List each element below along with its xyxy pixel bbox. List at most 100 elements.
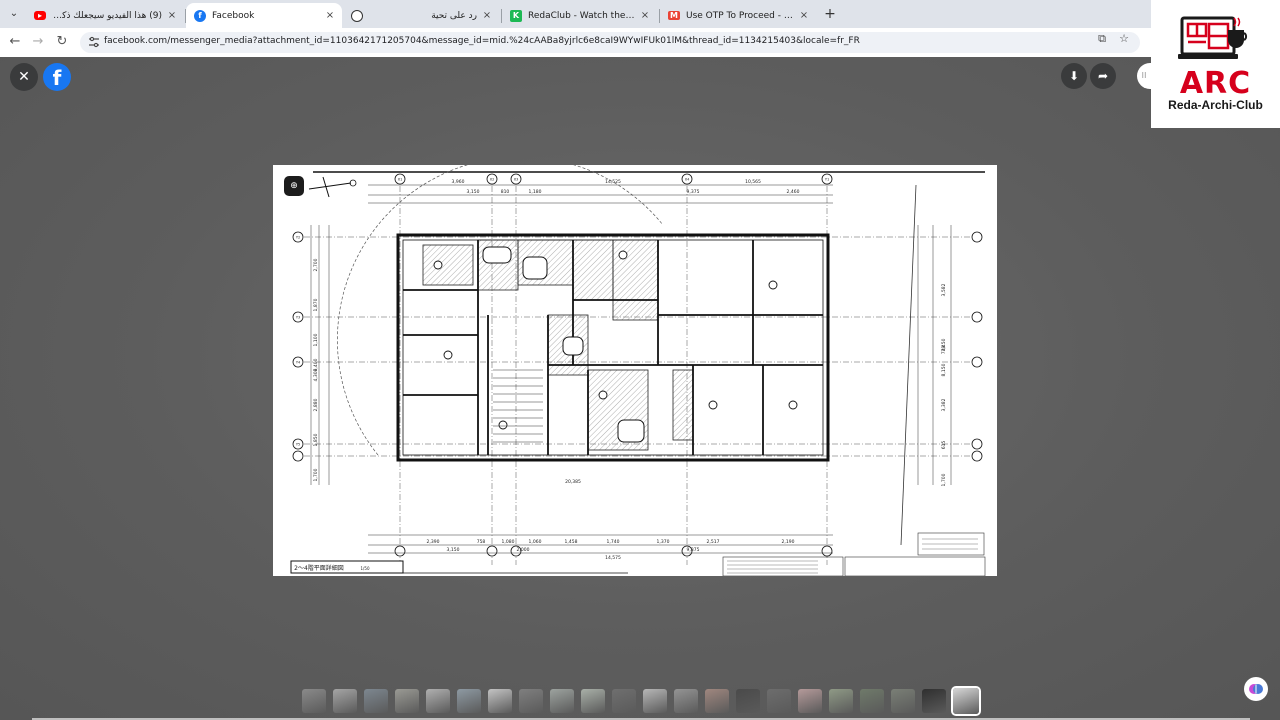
thumbnail[interactable] <box>860 689 884 713</box>
dimension-label: 7,450 <box>941 338 947 351</box>
grid-mark-label: Y3 <box>296 316 300 320</box>
thumbnail[interactable] <box>767 689 791 713</box>
bathtub <box>617 419 645 443</box>
dimension-label: 1,080 <box>502 539 515 545</box>
thumbnail[interactable] <box>612 689 636 713</box>
grid-mark-label: X1 <box>398 178 403 182</box>
site-info-icon[interactable] <box>88 36 100 48</box>
dimension-label: 1,100 <box>313 333 319 346</box>
thumbnail[interactable] <box>581 689 605 713</box>
thumbnail[interactable] <box>333 689 357 713</box>
thumbnail[interactable] <box>643 689 667 713</box>
tab-close-icon[interactable]: × <box>798 10 810 21</box>
bathtub <box>562 336 584 356</box>
fixture <box>788 400 798 410</box>
thumbnail[interactable] <box>953 688 979 714</box>
facebook-icon: f <box>194 9 206 22</box>
fixture <box>498 420 508 430</box>
share-button[interactable]: ➦ <box>1090 63 1116 89</box>
close-viewer-button[interactable]: ✕ <box>10 63 38 91</box>
redaclub-icon: K <box>510 9 522 22</box>
ai-assistant-button[interactable] <box>1244 677 1268 701</box>
thumbnail[interactable] <box>674 689 698 713</box>
tab-redaclub[interactable]: K RedaClub - Watch the VOD on × <box>502 3 657 28</box>
floor-plan-drawing: 3,960 10,565 14,525 3,150 810 1,180 9,375 2,460… <box>290 165 986 576</box>
tab-title: RedaClub - Watch the VOD on <box>528 10 635 21</box>
youtube-icon: ▸ <box>34 11 46 20</box>
ai-photo-icon[interactable]: ⊕ <box>284 176 304 196</box>
tab-close-icon[interactable]: × <box>481 10 493 21</box>
fixture <box>618 250 628 260</box>
grid-mark-label: Y1 <box>825 178 829 182</box>
thumbnail[interactable] <box>736 689 760 713</box>
dimension-label: 2,190 <box>782 539 795 545</box>
thumbnail[interactable] <box>457 689 481 713</box>
tab-close-icon[interactable]: × <box>639 10 651 21</box>
thumbnail[interactable] <box>395 689 419 713</box>
drawing-title: 2～4階平面詳細図 <box>294 564 344 572</box>
bathroom-area <box>572 239 614 301</box>
dimension-label: 9,375 <box>687 189 700 195</box>
thumbnail[interactable] <box>922 689 946 713</box>
grid-bubble <box>971 311 983 323</box>
grid-bubble <box>821 545 833 557</box>
facebook-logo-icon[interactable]: f <box>43 63 71 91</box>
tab-title: Facebook <box>212 10 255 21</box>
browser-toolbar: ← → ↻ facebook.com/messenger_media?attac… <box>0 28 1280 57</box>
tab-facebook[interactable]: f Facebook × <box>186 3 342 28</box>
thumbnail-strip <box>302 688 979 714</box>
fixture <box>598 390 608 400</box>
dimension-label: 1,850 <box>313 433 319 446</box>
dimension-label: 2,390 <box>427 539 440 545</box>
arc-title: ARC <box>1179 66 1252 101</box>
back-arrow-icon[interactable]: ← <box>6 34 24 50</box>
thumbnail[interactable] <box>550 689 574 713</box>
reload-icon[interactable]: ↻ <box>53 34 71 50</box>
dimension-label: 1,740 <box>607 539 620 545</box>
dimension-label: 810 <box>501 189 510 195</box>
download-button[interactable]: ⬇ <box>1061 63 1087 89</box>
dimension-label: 2,460 <box>787 189 800 195</box>
tab-close-icon[interactable]: × <box>324 10 336 21</box>
install-app-icon[interactable]: ⧉ <box>1095 32 1109 46</box>
dimension-label: 1,700 <box>313 468 319 481</box>
tab-title: Use OTP To Proceed - zagradou <box>686 10 794 21</box>
thumbnail[interactable] <box>426 689 450 713</box>
dimension-label: 1,370 <box>657 539 670 545</box>
fixture <box>708 400 718 410</box>
forward-arrow-icon[interactable]: → <box>29 34 47 50</box>
tab-close-icon[interactable]: × <box>166 10 178 21</box>
thumbnail[interactable] <box>364 689 388 713</box>
notes-box <box>844 556 986 576</box>
dimension-label: 10,565 <box>745 179 761 185</box>
grid-bubble <box>971 438 983 450</box>
thumbnail[interactable] <box>798 689 822 713</box>
address-bar[interactable]: facebook.com/messenger_media?attachment_… <box>80 32 1140 53</box>
dimension-label: 2,700 <box>313 258 319 271</box>
thumbnail[interactable] <box>519 689 543 713</box>
dimension-label: 2,517 <box>707 539 720 545</box>
bathtub <box>522 256 548 280</box>
tab-youtube[interactable]: ▸ (9) هذا الفيديو سيجعلك ذكيا بشكل × <box>26 3 184 28</box>
tab-chatgpt[interactable]: رد على تحية × <box>343 3 499 28</box>
grid-mark-label: Y2 <box>296 236 300 240</box>
thumbnail[interactable] <box>705 689 729 713</box>
thumbnail[interactable] <box>488 689 512 713</box>
dimension-label: 1,700 <box>941 473 947 486</box>
new-tab-button[interactable]: + <box>822 6 838 22</box>
grid-mark-label: X3 <box>514 178 519 182</box>
bathroom-area <box>672 369 694 441</box>
dimension-label: 1,870 <box>313 298 319 311</box>
thumbnail[interactable] <box>829 689 853 713</box>
tab-gmail[interactable]: M Use OTP To Proceed - zagradou × <box>660 3 816 28</box>
dimension-label: 2,000 <box>517 547 530 553</box>
grid-mark-label: Y4 <box>296 361 301 365</box>
thumbnail[interactable] <box>302 689 326 713</box>
dimension-label: 758 <box>477 539 486 545</box>
thumbnail[interactable] <box>891 689 915 713</box>
dimension-label: 8,400 <box>313 358 319 371</box>
dimension-label: 3,382 <box>941 398 947 411</box>
grid-mark-label: X2 <box>490 178 495 182</box>
bookmark-star-icon[interactable]: ☆ <box>1117 32 1131 45</box>
tab-search-chevron-icon[interactable]: ⌄ <box>6 6 22 22</box>
